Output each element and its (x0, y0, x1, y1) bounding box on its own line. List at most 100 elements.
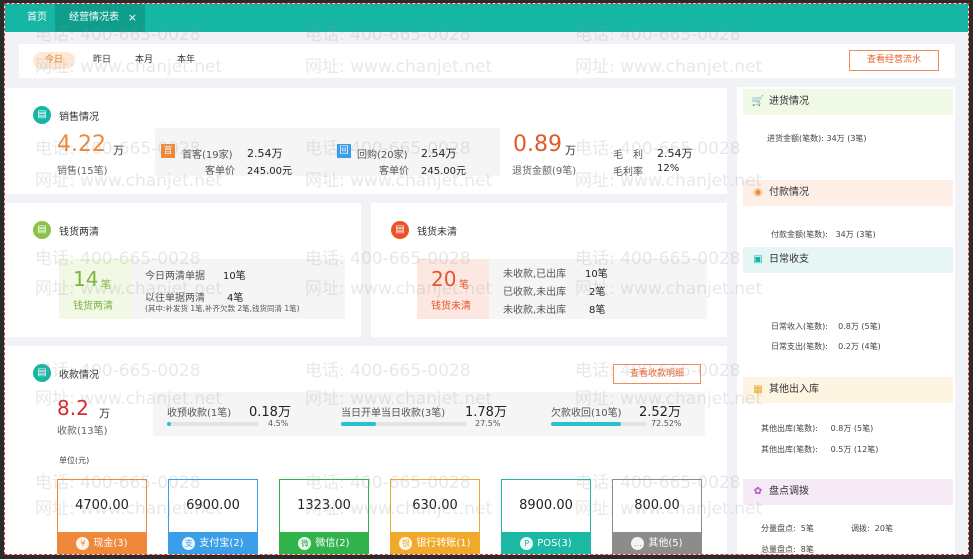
payment-label: 银行转账(1) (416, 538, 471, 549)
metric-progress-bar (167, 422, 259, 426)
metric-value: 1.78万 (465, 405, 507, 420)
tab-business-report[interactable]: 经营情况表 × (55, 4, 145, 32)
sales-title: 销售情况 (59, 112, 99, 123)
cleared-unit: 笔 (101, 280, 111, 291)
other-io-header: ▦ 其他出入库 (743, 377, 953, 403)
payment-header: ◉ 付款情况 (743, 180, 953, 206)
return-amount: 0.89 (513, 132, 562, 157)
other-io-row: 其他出库(笔数): 0.5万 (12笔) (761, 445, 879, 454)
daily-title: 日常收支 (769, 254, 809, 265)
filter-year[interactable]: 本年 (177, 52, 195, 69)
gross-margin-label: 毛利率 (613, 167, 643, 178)
metric-label: 欠款收回(10笔) (551, 408, 622, 419)
metric-progress-bar (551, 422, 647, 426)
payment-method-card[interactable]: 4700.00 ¥ 现金(3) (57, 479, 147, 554)
transfer-icon: ✿ (753, 486, 763, 497)
daily-row: 日常收入(笔数): 0.8万 (5笔) (771, 322, 881, 331)
repeat-avg-value: 245.00元 (421, 166, 466, 177)
coin-icon: ◉ (753, 187, 763, 198)
inventory-row: 分量盘点: 5笔 (761, 524, 814, 533)
payment-amount: 630.00 (412, 498, 458, 513)
right-sidebar: 🛒 进货情况 进货金额(笔数): 34万 (3笔) ◉ 付款情况 付款金额(笔数… (737, 87, 955, 554)
close-icon[interactable]: × (128, 4, 137, 32)
inventory-row: 总量盘点: 8笔 (761, 545, 814, 554)
first-avg-label: 客单价 (205, 166, 235, 177)
cleared-row1-value: 10笔 (223, 271, 246, 282)
cleared-icon: ▤ (33, 221, 51, 239)
collection-icon: ▤ (33, 364, 51, 382)
cleared-row1-label: 今日两清单据 (145, 271, 205, 282)
first-customer-value: 2.54万 (247, 147, 283, 160)
filter-today[interactable]: 今日 (33, 52, 76, 69)
uncleared-count: 20 (431, 267, 457, 291)
uncleared-unit: 笔 (459, 280, 469, 291)
view-collection-detail-button[interactable]: 查看收款明细 (613, 364, 701, 384)
wechat-icon: 微 (298, 536, 312, 550)
sales-amount-unit: 万 (113, 144, 124, 157)
pos-icon: P (520, 536, 534, 550)
other-icon: … (631, 536, 645, 550)
repeat-avg-label: 客单价 (379, 166, 409, 177)
sales-icon: ▤ (33, 106, 51, 124)
payment-method-card[interactable]: 800.00 … 其他(5) (612, 479, 702, 554)
payment-method-card[interactable]: 1323.00 微微信(2) (279, 479, 369, 554)
metric-value: 0.18万 (249, 405, 291, 420)
metric-progress-fill (551, 422, 621, 426)
first-avg-value: 245.00元 (247, 166, 292, 177)
uncleared-label: 钱货未清 (431, 301, 471, 312)
payment-label: 支付宝(2) (199, 538, 244, 549)
uncleared-row-value: 2笔 (589, 287, 606, 298)
cart-icon: 🛒 (751, 96, 765, 107)
payment-method-card[interactable]: 630.00 银银行转账(1) (390, 479, 480, 554)
sales-amount: 4.22 (57, 132, 106, 157)
daily-row: 日常支出(笔数): 0.2万 (4笔) (771, 342, 881, 351)
repeat-customer-value: 2.54万 (421, 147, 457, 160)
cleared-row2-note: (其中:补发货 1笔,补齐欠款 2笔,钱货同清 1笔) (145, 304, 300, 313)
inventory-header: ✿ 盘点调拨 (743, 479, 953, 505)
unit-label: 单位(元) (59, 456, 90, 465)
gross-profit-label: 毛 利 (613, 150, 643, 161)
cleared-row2-label: 以往单据两清 (145, 293, 205, 304)
collection-count: 收款(13笔) (57, 426, 108, 437)
payment-label: POS(3) (537, 538, 572, 549)
payment-label: 现金(3) (93, 538, 128, 549)
uncleared-row-label: 已收款,未出库 (503, 287, 567, 298)
payment-amount: 8900.00 (519, 498, 573, 513)
metric-percent: 4.5% (268, 419, 289, 428)
ledger-icon: ▣ (753, 254, 763, 265)
inventory-title: 盘点调拨 (769, 486, 809, 497)
filter-month[interactable]: 本月 (135, 52, 153, 69)
other-io-title: 其他出入库 (769, 384, 819, 395)
tab-bar: 首页 经营情况表 × (5, 4, 968, 32)
first-customer-label: 首客(19家) (182, 150, 233, 161)
gross-margin-value: 12% (657, 163, 680, 174)
payment-amount: 4700.00 (75, 498, 129, 513)
other-io-row: 其他出库(笔数): 0.8万 (5笔) (761, 424, 874, 433)
view-flow-button[interactable]: 查看经营流水 (849, 50, 939, 71)
uncleared-row-value: 8笔 (589, 305, 606, 316)
filter-yesterday[interactable]: 昨日 (93, 52, 111, 69)
cleared-title: 钱货两清 (59, 227, 99, 238)
collection-amount: 8.2 (57, 396, 89, 420)
return-amount-unit: 万 (565, 144, 576, 157)
payment-method-card[interactable]: 8900.00 P POS(3) (501, 479, 591, 554)
uncleared-card: ▤ 钱货未清 20 笔 钱货未清 未收款,已出库 10笔 已收款,未出库 2笔 … (371, 203, 727, 337)
payment-method-card[interactable]: 6900.00 支支付宝(2) (168, 479, 258, 554)
first-customer-icon: 首 (161, 144, 175, 158)
box-icon: ▦ (753, 384, 763, 395)
cleared-count: 14 (73, 267, 99, 291)
gross-profit-value: 2.54万 (657, 147, 693, 160)
payment-label-bar: 银银行转账(1) (391, 532, 479, 554)
payment-label-bar: 支支付宝(2) (169, 532, 257, 554)
date-filter-bar: 今日 昨日 本月 本年 查看经营流水 (19, 44, 955, 78)
inventory-row: 调拨: 20笔 (851, 524, 893, 533)
sales-count: 销售(15笔) (57, 166, 108, 177)
repeat-customer-label: 回购(20家) (357, 150, 408, 161)
metric-percent: 72.52% (651, 419, 682, 428)
metric-percent: 27.5% (475, 419, 501, 428)
bank-transfer-icon: 银 (399, 536, 413, 550)
tab-home[interactable]: 首页 (27, 4, 47, 32)
payment-label: 其他(5) (648, 538, 683, 549)
uncleared-row-label: 未收款,未出库 (503, 305, 567, 316)
purchase-row: 进货金额(笔数): 34万 (3笔) (767, 134, 867, 143)
